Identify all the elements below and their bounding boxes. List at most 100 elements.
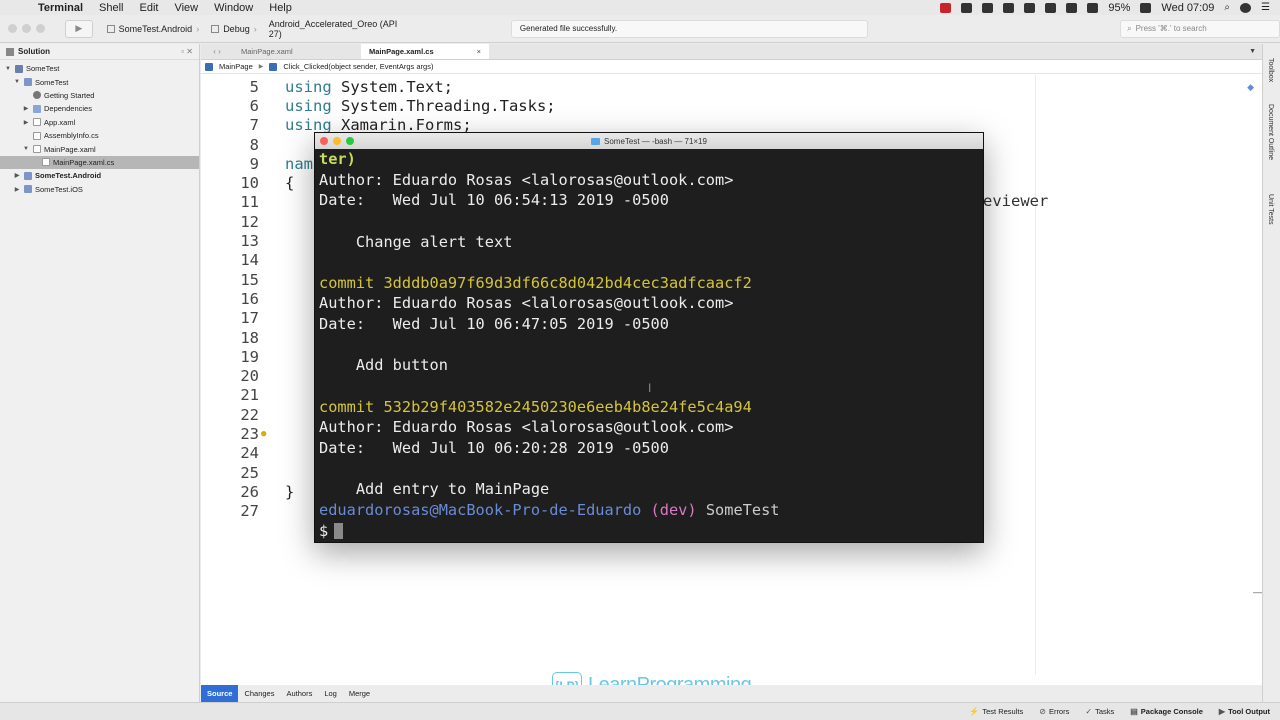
tree-item[interactable]: ▼ SomeTest — [0, 62, 199, 75]
tree-item[interactable]: ▶ Dependencies — [0, 102, 199, 115]
line-number: 17 — [240, 309, 259, 328]
bluetooth-icon[interactable] — [1066, 2, 1078, 13]
lightbulb-icon[interactable]: ● — [261, 429, 266, 439]
minimize-window-icon[interactable] — [333, 137, 341, 145]
document-outline-pad-tab[interactable]: Document Outline — [1267, 104, 1274, 160]
menubar-clock[interactable]: Wed 07:09 — [1161, 2, 1214, 14]
terminal-line: Add button — [319, 355, 979, 376]
script-icon[interactable] — [982, 2, 994, 13]
statusbar-item[interactable]: ⊘ Errors — [1039, 707, 1069, 716]
tree-item-label: SomeTest — [35, 77, 69, 87]
tree-item-label: MainPage.xaml — [44, 144, 96, 154]
menu-app-name[interactable]: Terminal — [30, 2, 91, 14]
project-selector[interactable]: SomeTest.Android › — [101, 20, 206, 38]
statusbar-item[interactable]: ▤ Package Console — [1130, 707, 1203, 716]
tab-mainpage-xaml[interactable]: MainPage.xaml — [233, 44, 361, 59]
tree-item[interactable]: ▶ SomeTest.Android — [0, 169, 199, 182]
tree-item[interactable]: AssemblyInfo.cs — [0, 129, 199, 142]
close-window-icon[interactable] — [8, 24, 17, 33]
statusbar-item[interactable]: ⚡ Test Results — [969, 707, 1023, 716]
run-button[interactable]: ▶ — [65, 19, 93, 38]
creative-cloud-icon[interactable] — [1003, 2, 1015, 13]
tree-item[interactable]: ▼ SomeTest — [0, 75, 199, 88]
terminal-text: Author: Eduardo Rosas <lalorosas@outlook… — [319, 294, 734, 313]
file-icon — [33, 118, 41, 127]
close-tab-icon[interactable]: × — [477, 47, 481, 56]
expanded-arrow-icon[interactable]: ▼ — [4, 66, 12, 72]
pad-window-buttons[interactable]: ▫ ✕ — [181, 47, 193, 56]
tree-item[interactable]: MainPage.xaml.cs — [0, 155, 199, 170]
tree-item[interactable]: Getting Started — [0, 89, 199, 102]
tab-log[interactable]: Log — [318, 685, 343, 702]
code-text: } — [285, 483, 294, 501]
terminal-output[interactable]: ter) Author: Eduardo Rosas <lalorosas@out… — [319, 149, 979, 542]
collapsed-arrow-icon[interactable]: ▶ — [22, 105, 30, 112]
tree-item[interactable]: ▼ MainPage.xaml — [0, 142, 199, 155]
menu-help[interactable]: Help — [261, 2, 300, 14]
breadcrumb: MainPage ▶ Click_Clicked(object sender, … — [201, 60, 1262, 74]
statusbar-item[interactable]: ✓ Tasks — [1085, 707, 1114, 716]
menu-window[interactable]: Window — [206, 2, 261, 14]
cloud-icon[interactable] — [961, 2, 973, 13]
code-line: 25 — [201, 463, 259, 482]
code-keyword: nam — [285, 154, 313, 173]
configuration-selector[interactable]: Debug › — [205, 20, 263, 38]
zoom-window-icon[interactable] — [346, 137, 354, 145]
collapse-icon[interactable]: — — [1253, 587, 1262, 597]
tree-item-label: MainPage.xaml.cs — [53, 157, 115, 167]
breadcrumb-class[interactable]: MainPage — [219, 62, 253, 71]
menu-shell[interactable]: Shell — [91, 2, 131, 14]
tabs-dropdown-icon[interactable]: ▼ — [1249, 48, 1262, 55]
spotlight-icon[interactable]: ⌕ — [1224, 2, 1230, 13]
user-icon[interactable] — [1240, 2, 1252, 13]
terminal-window[interactable]: SomeTest — -bash — 71×19 ter) Author: Edu… — [314, 132, 984, 543]
tab-mainpage-xaml-cs[interactable]: MainPage.xaml.cs × — [361, 44, 489, 59]
terminal-text: Add entry to MainPage — [319, 480, 550, 499]
terminal-window-controls — [320, 137, 354, 145]
collapsed-arrow-icon[interactable]: ▶ — [22, 119, 30, 126]
zoom-window-icon[interactable] — [36, 24, 45, 33]
menu-edit[interactable]: Edit — [132, 2, 167, 14]
terminal-titlebar[interactable]: SomeTest — -bash — 71×19 — [315, 133, 983, 149]
tab-nav-arrows[interactable]: ‹ › — [201, 47, 233, 56]
tree-item[interactable]: ▶ SomeTest.iOS — [0, 183, 199, 196]
terminal-text: Date: Wed Jul 10 06:54:13 2019 -0500 — [319, 191, 669, 210]
expanded-arrow-icon[interactable]: ▼ — [13, 79, 21, 85]
breadcrumb-method[interactable]: Click_Clicked(object sender, EventArgs a… — [283, 62, 433, 71]
battery-icon[interactable] — [1140, 2, 1152, 13]
close-window-icon[interactable] — [320, 137, 328, 145]
battery-percent[interactable]: 95% — [1108, 2, 1130, 14]
minimize-window-icon[interactable] — [22, 24, 31, 33]
code-line: 16 — [201, 289, 259, 308]
wifi-icon[interactable] — [1087, 2, 1099, 13]
line-number: 22 — [240, 405, 259, 424]
menu-view[interactable]: View — [166, 2, 206, 14]
record-icon[interactable] — [940, 2, 952, 13]
code-line: 24 — [201, 444, 259, 463]
device-selector[interactable]: Android_Accelerated_Oreo (API 27) — [263, 19, 417, 39]
unit-tests-pad-tab[interactable]: Unit Tests — [1267, 194, 1274, 225]
menubar-status-area: 95% Wed 07:09 ⌕ ☰ — [940, 2, 1280, 14]
expanded-arrow-icon[interactable]: ▼ — [22, 146, 30, 152]
code-text: nam — [285, 155, 313, 173]
download-icon[interactable] — [1024, 2, 1036, 13]
tab-merge[interactable]: Merge — [343, 685, 376, 702]
toolbox-pad-tab[interactable]: Toolbox — [1267, 58, 1274, 82]
tree-item-label: SomeTest — [26, 64, 60, 74]
tab-source[interactable]: Source — [201, 685, 239, 702]
tab-authors[interactable]: Authors — [280, 685, 318, 702]
code-line: 6 using System.Threading.Tasks; — [201, 96, 556, 115]
line-number: 12 — [240, 212, 259, 231]
search-input[interactable]: ⌕ Press '⌘.' to search — [1120, 19, 1280, 38]
tab-changes[interactable]: Changes — [238, 685, 280, 702]
file-icon — [33, 145, 41, 154]
status-message: Generated file successfully. — [510, 19, 869, 38]
collapsed-arrow-icon[interactable]: ▶ — [13, 172, 21, 179]
monitor-icon[interactable] — [1045, 2, 1057, 13]
collapsed-arrow-icon[interactable]: ▶ — [13, 186, 21, 193]
statusbar-item[interactable]: ▶ Tool Output — [1219, 707, 1270, 716]
tree-item[interactable]: ▶ App.xaml — [0, 116, 199, 129]
code-line: 20 — [201, 367, 259, 386]
notification-center-icon[interactable]: ☰ — [1261, 2, 1270, 13]
